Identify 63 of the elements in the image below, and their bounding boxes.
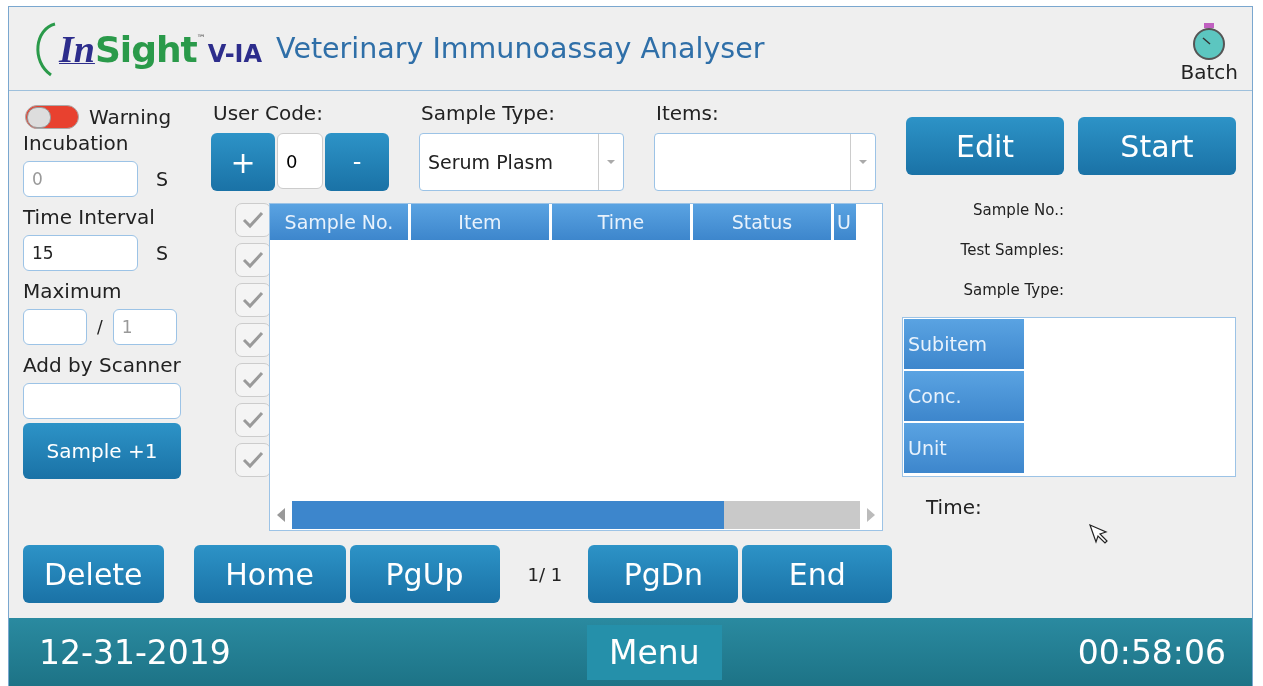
time-label: Time: [926, 495, 982, 519]
time-interval-label: Time Interval [23, 205, 156, 229]
menu-button[interactable]: Menu [586, 624, 722, 680]
maximum-field[interactable] [23, 309, 87, 345]
trademark-mark: ™ [196, 32, 206, 43]
items-dropdown[interactable] [654, 133, 876, 191]
batch-button[interactable]: Batch [1180, 21, 1238, 84]
check-icon [241, 450, 265, 470]
column-header: Time [552, 204, 690, 240]
check-icon [241, 250, 265, 270]
warning-toggle[interactable] [25, 105, 79, 129]
separator: / [97, 317, 103, 337]
check-icon [241, 370, 265, 390]
warning-label: Warning [89, 105, 172, 129]
user-code-label: User Code: [213, 101, 324, 125]
check-icon [241, 410, 265, 430]
unit-label: S [156, 242, 169, 264]
sample-add-button[interactable]: Sample +1 [23, 423, 181, 479]
stopwatch-icon [1191, 21, 1228, 60]
maximum-total-field[interactable]: 1 [112, 309, 177, 345]
check-icon [241, 330, 265, 350]
column-header: Item [411, 204, 549, 240]
caret-icon [858, 159, 868, 165]
action-button[interactable]: Edit [906, 117, 1064, 175]
info-label: Sample Type: [963, 281, 1064, 299]
user-code-field[interactable]: 0 [277, 133, 323, 189]
check-icon [241, 290, 265, 310]
column-header: U [834, 204, 856, 240]
sample-type-label: Sample Type: [421, 101, 557, 125]
incubation-label: Incubation [23, 131, 130, 155]
row-header: Subitem [904, 319, 1024, 369]
page-nav-button[interactable]: Home [193, 545, 346, 603]
status-date: 12-31-2019 [39, 632, 231, 672]
info-label: Sample No.: [973, 201, 1064, 219]
status-time: 00:58:06 [1077, 632, 1226, 672]
app-title: Veterinary Immunoassay Analyser [276, 32, 766, 65]
column-header: Sample No. [270, 204, 408, 240]
decrement-button[interactable]: - [325, 133, 389, 191]
sample-type-dropdown[interactable]: Serum Plasm [419, 133, 624, 191]
cursor-icon [1087, 523, 1110, 545]
maximum-label: Maximum [23, 279, 123, 303]
logo-name: Sight [94, 28, 197, 70]
row-header: Conc. [904, 371, 1024, 421]
time-interval-field[interactable]: 15 [23, 235, 138, 271]
page-nav-button[interactable]: PgUp [349, 545, 500, 603]
logo-prefix: In [59, 26, 95, 71]
page-nav-button[interactable]: PgDn [588, 545, 739, 603]
info-label: Test Samples: [960, 241, 1064, 259]
row-header: Unit [904, 423, 1024, 473]
caret-icon [606, 159, 616, 165]
delete-button[interactable]: Delete [23, 545, 164, 603]
page-nav-button[interactable]: End [742, 545, 893, 603]
unit-label: S [156, 168, 169, 190]
check-icon [241, 210, 265, 230]
column-header: Status [693, 204, 831, 240]
scanner-label: Add by Scanner [23, 353, 182, 377]
incubation-field[interactable]: 0 [23, 161, 138, 197]
model-name: V-IA [207, 39, 263, 68]
page-indicator: 1/ 1 [527, 563, 563, 585]
action-button[interactable]: Start [1078, 117, 1236, 175]
scanner-field[interactable] [23, 383, 181, 419]
items-label: Items: [656, 101, 720, 125]
increment-button[interactable]: + [211, 133, 275, 191]
